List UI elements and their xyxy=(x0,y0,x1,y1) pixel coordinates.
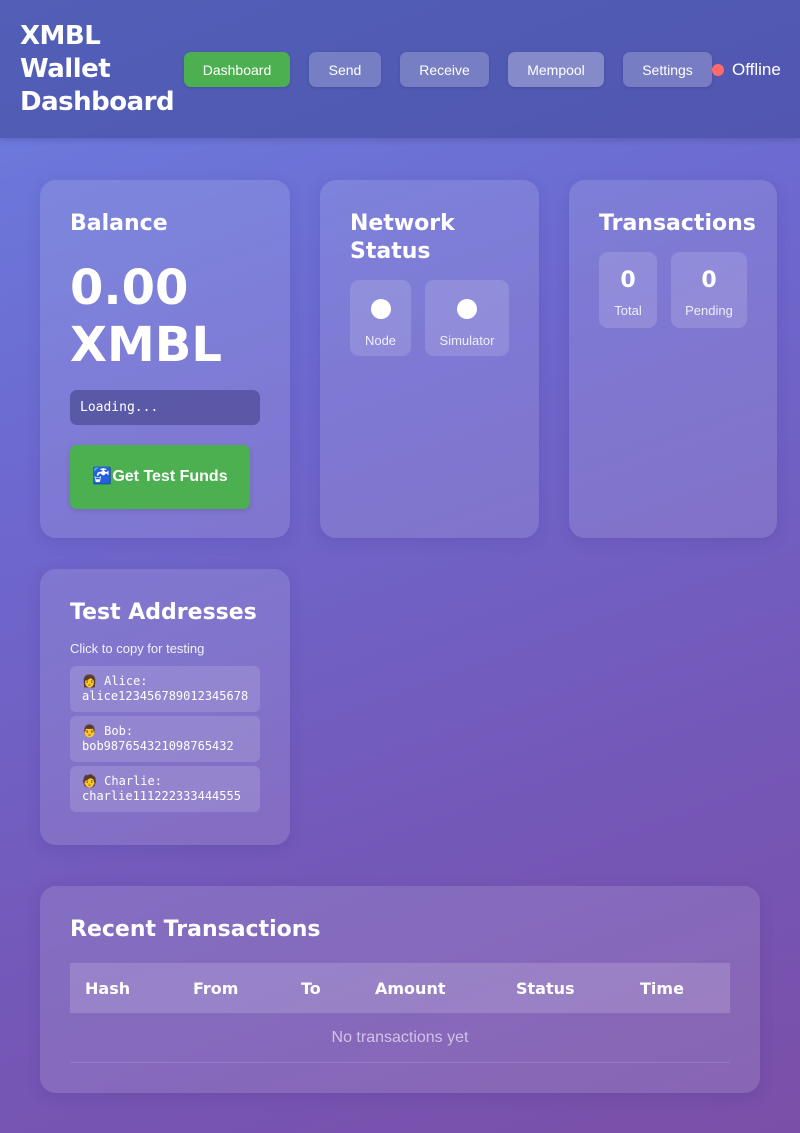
column-header-from: From xyxy=(193,979,239,998)
balance-card: Balance 0.00 XMBL Loading... 🚰Get Test F… xyxy=(40,180,290,538)
node-status-box: Node xyxy=(350,280,411,356)
connection-status: Offline xyxy=(712,60,781,80)
network-status-card: Network Status Node Simulator xyxy=(320,180,539,538)
test-addresses-title: Test Addresses xyxy=(70,600,257,625)
total-transactions-box: 0 Total xyxy=(599,252,657,328)
pending-transactions-box: 0 Pending xyxy=(671,252,747,328)
pending-transactions-label: Pending xyxy=(685,303,733,318)
transactions-table-header: Hash From To Amount Status Time xyxy=(70,963,730,1013)
test-address-bob[interactable]: 👨 Bob: bob987654321098765432 xyxy=(70,716,260,762)
simulator-status-indicator-icon xyxy=(457,299,477,319)
test-address-value: charlie111222333444555 xyxy=(82,789,241,803)
wallet-address-display[interactable]: Loading... xyxy=(70,390,260,425)
transactions-summary-card: Transactions 0 Total 0 Pending xyxy=(569,180,777,538)
status-dot-icon xyxy=(712,64,724,76)
get-test-funds-button[interactable]: 🚰Get Test Funds xyxy=(70,445,250,509)
total-transactions-count: 0 xyxy=(620,268,636,293)
test-address-value: bob987654321098765432 xyxy=(82,739,234,753)
column-header-hash: Hash xyxy=(85,979,131,998)
balance-title: Balance xyxy=(70,211,168,236)
test-address-label: 👩 Alice: xyxy=(82,674,148,688)
test-addresses-card: Test Addresses Click to copy for testing… xyxy=(40,569,290,845)
network-status-title: Network Status xyxy=(350,211,455,264)
nav-mempool-button[interactable]: Mempool xyxy=(508,52,604,87)
balance-amount: 0.00 XMBL xyxy=(70,260,222,373)
transactions-summary-title: Transactions xyxy=(599,211,756,236)
recent-transactions-card: Recent Transactions Hash From To Amount … xyxy=(40,886,760,1093)
test-address-alice[interactable]: 👩 Alice: alice123456789012345678 xyxy=(70,666,260,712)
app-title: XMBL Wallet Dashboard xyxy=(20,21,175,117)
total-transactions-label: Total xyxy=(614,303,642,318)
recent-transactions-title: Recent Transactions xyxy=(70,917,321,942)
test-address-label: 👨 Bob: xyxy=(82,724,134,738)
nav-send-button[interactable]: Send xyxy=(309,52,381,87)
get-test-funds-label: 🚰Get Test Funds xyxy=(92,468,228,485)
transactions-table: Hash From To Amount Status Time No trans… xyxy=(70,963,730,1063)
top-navigation-bar: XMBL Wallet Dashboard Dashboard Send Rec… xyxy=(0,0,800,138)
column-header-status: Status xyxy=(516,979,575,998)
test-addresses-hint: Click to copy for testing xyxy=(70,641,205,656)
nav-settings-button[interactable]: Settings xyxy=(623,52,712,87)
transactions-empty-message: No transactions yet xyxy=(70,1013,730,1063)
node-status-indicator-icon xyxy=(370,299,391,319)
nav-dashboard-button[interactable]: Dashboard xyxy=(184,52,290,87)
test-address-charlie[interactable]: 🧑 Charlie: charlie111222333444555 xyxy=(70,766,260,812)
node-status-label: Node xyxy=(364,333,397,348)
connection-status-label: Offline xyxy=(732,60,781,79)
simulator-status-label: Simulator xyxy=(439,333,495,348)
column-header-amount: Amount xyxy=(375,979,446,998)
simulator-status-box: Simulator xyxy=(425,280,509,356)
test-address-value: alice123456789012345678 xyxy=(82,689,249,703)
column-header-to: To xyxy=(301,979,321,998)
pending-transactions-count: 0 xyxy=(701,268,717,293)
test-address-label: 🧑 Charlie: xyxy=(82,774,162,788)
nav-receive-button[interactable]: Receive xyxy=(400,52,489,87)
column-header-time: Time xyxy=(640,979,684,998)
